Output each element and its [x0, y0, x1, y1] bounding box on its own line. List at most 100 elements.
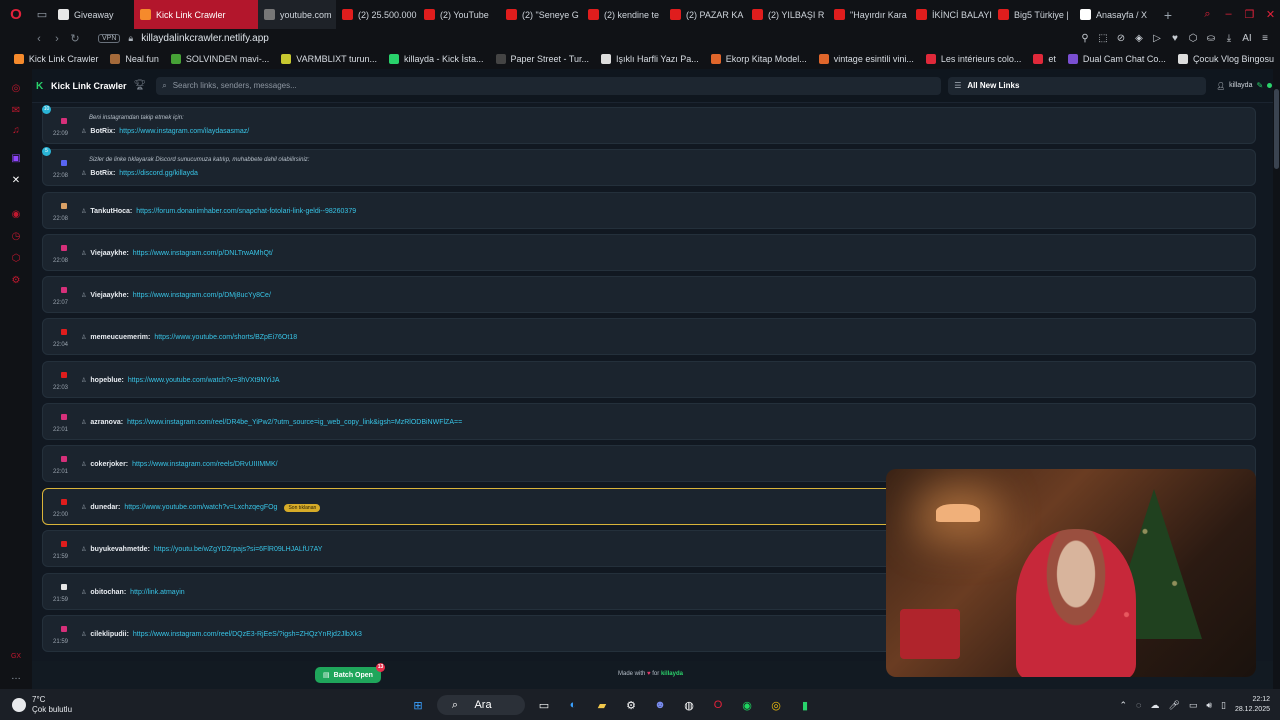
pin-icon[interactable]: ⚲ — [1076, 33, 1094, 44]
edit-icon[interactable]: ✎ — [1256, 81, 1263, 90]
steam-icon[interactable]: ⚙ — [621, 695, 641, 715]
browser-tab[interactable]: İKİNCİ BALAYI — [910, 0, 992, 29]
forward-icon[interactable]: › — [48, 33, 66, 45]
link-url[interactable]: https://www.instagram.com/reel/DQzE3-RjE… — [133, 631, 362, 638]
chrome-icon[interactable]: ◎ — [766, 695, 786, 715]
browser-tab[interactable]: Anasayfa / X — [1074, 0, 1156, 29]
sidebar-history-icon[interactable]: ◷ — [10, 231, 22, 243]
weather-widget[interactable]: 7°C Çok bulutlu — [12, 695, 72, 715]
browser-tab[interactable]: (2) "Seneye G — [500, 0, 582, 29]
link-url[interactable]: https://www.youtube.com/watch?v=Lxchzqeg… — [124, 504, 277, 511]
snapshot-icon[interactable]: ⬚ — [1094, 33, 1112, 44]
bookmark-item[interactable]: killayda - Kick İsta... — [383, 53, 490, 64]
sidebar-settings-icon[interactable]: ⚙ — [10, 275, 22, 287]
link-url[interactable]: https://forum.donanimhaber.com/snapchat-… — [136, 208, 356, 215]
browser-tab[interactable]: Big5 Türkiye | — [992, 0, 1074, 29]
adblock-icon[interactable]: ⊘ — [1112, 33, 1130, 44]
extensions-icon[interactable]: ⬡ — [1184, 33, 1202, 44]
link-url[interactable]: https://www.youtube.com/shorts/BZpEi76Ot… — [154, 334, 297, 341]
sidebar-music-icon[interactable]: ♫ — [10, 125, 22, 137]
link-url[interactable]: http://link.atmayin — [130, 589, 184, 596]
opera-gx-icon[interactable]: O — [708, 695, 728, 715]
taskbar-search[interactable]: ⌕ Ara — [437, 695, 525, 715]
tray-overflow-icon[interactable]: ⌃ — [1119, 700, 1127, 711]
discord-icon[interactable]: ☻ — [650, 695, 670, 715]
filter-select[interactable]: ☰ All New Links — [948, 76, 1207, 95]
play-icon[interactable]: ▷ — [1148, 33, 1166, 44]
bookmark-item[interactable]: Ekorp Kitap Model... — [705, 53, 813, 64]
maximize-icon[interactable]: ❐ — [1240, 8, 1259, 21]
new-tab-button[interactable]: + — [1156, 7, 1180, 23]
link-url[interactable]: https://www.instagram.com/p/DMj8ucYy8Ce/ — [133, 292, 271, 299]
credit-name[interactable]: killayda — [661, 671, 683, 677]
browser-tab[interactable]: (2) PAZAR KA — [664, 0, 746, 29]
bookmark-item[interactable]: VARMBLIXT turun... — [275, 53, 383, 64]
link-card[interactable]: 22:08 ♙ Viejaaykhe: https://www.instagram.c… — [42, 234, 1256, 271]
heart-icon[interactable]: ♥ — [1166, 33, 1184, 44]
link-card[interactable]: 22:03 ♙ hopeblue: https://www.youtube.com/w… — [42, 361, 1256, 398]
user-chip[interactable]: 👤︎ killayda ✎ — [1216, 81, 1273, 90]
browser-tab[interactable]: youtube.com✕ — [258, 0, 336, 29]
sidebar-aria-icon[interactable]: ◎ — [10, 83, 22, 95]
cube-icon[interactable]: ◈ — [1130, 33, 1148, 44]
browser-tab[interactable]: Kick Link Crawler — [134, 0, 258, 29]
batch-open-button[interactable]: ▤ Batch Open 13 — [315, 663, 385, 683]
search-input[interactable]: ⌕ Search links, senders, messages... — [156, 76, 942, 95]
task-view-icon[interactable]: ▭ — [534, 695, 554, 715]
bookmark-item[interactable]: et — [1027, 53, 1062, 64]
reload-icon[interactable]: ↻ — [66, 32, 84, 45]
link-url[interactable]: https://youtu.be/wZgYDZrpajs?si=6FlR09LH… — [154, 546, 323, 553]
sidebar-target-icon[interactable]: ◉ — [10, 209, 22, 221]
bookmark-item[interactable]: Kick Link Crawler — [8, 53, 105, 64]
page-scrollbar[interactable] — [1273, 69, 1280, 689]
sidebar-gx-icon[interactable]: GX — [10, 651, 22, 663]
bookmark-item[interactable]: vintage esintili vini... — [813, 53, 920, 64]
bookmark-item[interactable]: Les intérieurs colo... — [920, 53, 1028, 64]
bookmark-item[interactable]: Paper Street - Tur... — [490, 53, 596, 64]
search-tabs-icon[interactable]: ⌕ — [1198, 8, 1217, 21]
obs-icon[interactable]: ◍ — [679, 695, 699, 715]
ai-icon[interactable]: AI — [1238, 33, 1256, 44]
bookmark-item[interactable]: Çocuk Vlog Bingosu — [1172, 53, 1280, 64]
app-icon[interactable]: ▮ — [795, 695, 815, 715]
trophy-icon[interactable]: 🏆︎ — [134, 80, 147, 91]
vpn-badge[interactable]: VPN — [98, 34, 121, 43]
network-icon[interactable]: ▭ — [1189, 700, 1198, 711]
link-url[interactable]: https://discord.gg/killayda — [119, 170, 198, 177]
mic-icon[interactable]: 🎤︎ — [1168, 700, 1179, 711]
clock[interactable]: 22:12 28.12.2025 — [1235, 695, 1270, 715]
volume-icon[interactable]: 🔊︎ — [1206, 700, 1212, 711]
sidebar-messenger-icon[interactable]: ✉ — [10, 105, 22, 117]
wallet-icon[interactable]: ⛀ — [1202, 33, 1220, 44]
tab-menu-icon[interactable]: ▭ — [32, 0, 52, 29]
link-card[interactable]: 5 22:08 Sizler de linke tıklayarak Discord… — [42, 147, 1256, 186]
sidebar-more-icon[interactable]: … — [10, 671, 22, 683]
file-explorer-icon[interactable]: ▰ — [592, 695, 612, 715]
sidebar-cube-icon[interactable]: ⬡ — [10, 253, 22, 265]
browser-tab[interactable]: (2) 25.500.000 — [336, 0, 418, 29]
lock-icon[interactable]: 🔒︎ — [128, 33, 133, 44]
link-url[interactable]: https://www.instagram.com/p/DNLTrwAMhQt/ — [133, 250, 273, 257]
sidebar-x-icon[interactable]: ✕ — [10, 175, 22, 187]
browser-tab[interactable]: Giveaway — [52, 0, 134, 29]
link-url[interactable]: https://www.instagram.com/reels/DRvUIIIM… — [132, 461, 277, 468]
url-field[interactable]: killaydalinkcrawler.netlify.app — [141, 33, 269, 44]
battery-icon[interactable]: ▯ — [1221, 700, 1226, 711]
copilot-icon[interactable]: ◌ — [1136, 700, 1141, 710]
menu-icon[interactable]: ≡ — [1256, 33, 1274, 44]
back-icon[interactable]: ‹ — [30, 33, 48, 45]
download-icon[interactable]: ⤓ — [1220, 33, 1238, 44]
link-card[interactable]: 22:08 ♙ TankutHoca: https://forum.donanimha… — [42, 192, 1256, 229]
spotify-icon[interactable]: ◉ — [737, 695, 757, 715]
browser-tab[interactable]: (2) YILBAŞI R — [746, 0, 828, 29]
onedrive-icon[interactable]: ☁ — [1150, 700, 1159, 711]
bookmark-item[interactable]: Neal.fun — [104, 53, 165, 64]
minimize-icon[interactable]: – — [1219, 8, 1238, 21]
start-icon[interactable]: ⊞ — [408, 695, 428, 715]
bookmark-item[interactable]: Dual Cam Chat Co... — [1062, 53, 1172, 64]
link-card[interactable]: 22:07 ♙ Viejaaykhe: https://www.instagram.c… — [42, 276, 1256, 313]
opera-logo-icon[interactable]: O — [0, 0, 32, 29]
link-card[interactable]: 10 22:09 Beni instagramdan takip etmek içi… — [42, 105, 1256, 144]
link-url[interactable]: https://www.instagram.com/reel/DR4be_YiP… — [127, 419, 462, 426]
browser-tab[interactable]: (2) YouTube — [418, 0, 500, 29]
